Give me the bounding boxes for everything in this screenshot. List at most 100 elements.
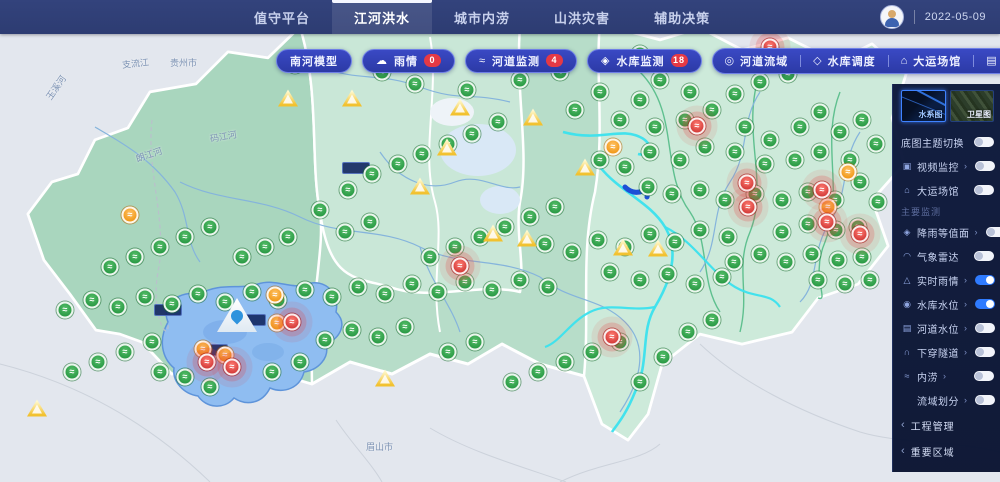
station-marker-normal[interactable]: ≈ [546, 198, 564, 216]
station-marker-alarm[interactable]: ≈ [223, 358, 241, 376]
station-marker-normal[interactable]: ≈ [563, 243, 581, 261]
station-marker-normal[interactable]: ≈ [503, 373, 521, 391]
station-marker-normal[interactable]: ≈ [831, 123, 849, 141]
station-marker-normal[interactable]: ≈ [456, 273, 474, 291]
station-marker-normal[interactable]: ≈ [83, 291, 101, 309]
station-marker-normal[interactable]: ≈ [189, 285, 207, 303]
station-marker-normal[interactable]: ≈ [403, 275, 421, 293]
station-marker-normal[interactable]: ≈ [611, 111, 629, 129]
station-marker-warning[interactable]: ≈ [839, 163, 857, 181]
station-marker-normal[interactable]: ≈ [751, 245, 769, 263]
station-marker-normal[interactable]: ≈ [536, 235, 554, 253]
station-marker-normal[interactable]: ≈ [867, 135, 885, 153]
station-marker-normal[interactable]: ≈ [811, 103, 829, 121]
station-marker-normal[interactable]: ≈ [446, 238, 464, 256]
station-marker-normal[interactable]: ≈ [56, 301, 74, 319]
layer-toggle-视频监控[interactable] [975, 161, 995, 171]
station-marker-normal[interactable]: ≈ [756, 155, 774, 173]
station-marker-alarm[interactable]: ≈ [738, 174, 756, 192]
station-marker-normal[interactable]: ≈ [151, 363, 169, 381]
station-marker-normal[interactable]: ≈ [853, 111, 871, 129]
station-marker-alarm[interactable]: ≈ [851, 225, 869, 243]
station-marker-normal[interactable]: ≈ [279, 228, 297, 246]
station-marker-normal[interactable]: ≈ [583, 343, 601, 361]
station-marker-normal[interactable]: ≈ [439, 343, 457, 361]
station-marker-normal[interactable]: ≈ [291, 353, 309, 371]
station-marker-warning[interactable]: ≈ [266, 286, 284, 304]
station-marker-normal[interactable]: ≈ [631, 271, 649, 289]
station-marker-alarm[interactable]: ≈ [739, 198, 757, 216]
station-marker-normal[interactable]: ≈ [389, 155, 407, 173]
station-marker-normal[interactable]: ≈ [591, 151, 609, 169]
station-marker-normal[interactable]: ≈ [631, 373, 649, 391]
station-marker-normal[interactable]: ≈ [363, 165, 381, 183]
station-marker-normal[interactable]: ≈ [616, 158, 634, 176]
station-marker-alarm[interactable]: ≈ [603, 328, 621, 346]
station-marker-normal[interactable]: ≈ [216, 293, 234, 311]
station-marker-normal[interactable]: ≈ [336, 223, 354, 241]
nav-tab-城市内涝[interactable]: 城市内涝 [432, 0, 532, 34]
station-marker-normal[interactable]: ≈ [361, 213, 379, 231]
station-marker-normal[interactable]: ≈ [681, 83, 699, 101]
station-marker-normal[interactable]: ≈ [686, 275, 704, 293]
station-marker-normal[interactable]: ≈ [761, 131, 779, 149]
station-marker-normal[interactable]: ≈ [736, 118, 754, 136]
station-marker-normal[interactable]: ≈ [773, 223, 791, 241]
station-marker-normal[interactable]: ≈ [201, 218, 219, 236]
station-marker-normal[interactable]: ≈ [589, 231, 607, 249]
station-marker-normal[interactable]: ≈ [566, 101, 584, 119]
station-marker-normal[interactable]: ≈ [809, 271, 827, 289]
station-marker-normal[interactable]: ≈ [376, 285, 394, 303]
station-marker-normal[interactable]: ≈ [496, 218, 514, 236]
layer-button-水库调度[interactable]: ◇ 水库调度 [801, 53, 887, 69]
station-marker-normal[interactable]: ≈ [256, 238, 274, 256]
station-marker-normal[interactable]: ≈ [751, 73, 769, 91]
station-marker-warning[interactable]: ≈ [604, 138, 622, 156]
station-marker-alarm[interactable]: ≈ [283, 313, 301, 331]
station-marker-normal[interactable]: ≈ [726, 85, 744, 103]
station-marker-normal[interactable]: ≈ [853, 248, 871, 266]
station-marker-normal[interactable]: ≈ [489, 113, 507, 131]
station-marker-normal[interactable]: ≈ [176, 228, 194, 246]
station-marker-normal[interactable]: ≈ [63, 363, 81, 381]
station-marker-normal[interactable]: ≈ [646, 118, 664, 136]
station-marker-normal[interactable]: ≈ [311, 201, 329, 219]
station-marker-normal[interactable]: ≈ [601, 263, 619, 281]
station-marker-normal[interactable]: ≈ [136, 288, 154, 306]
station-marker-normal[interactable]: ≈ [786, 151, 804, 169]
layer-toggle-内涝[interactable] [974, 371, 994, 381]
station-marker-alarm[interactable]: ≈ [818, 213, 836, 231]
layer-toggle-流域划分[interactable] [975, 395, 995, 405]
station-marker-normal[interactable]: ≈ [89, 353, 107, 371]
station-marker-normal[interactable]: ≈ [396, 318, 414, 336]
station-marker-normal[interactable]: ≈ [529, 363, 547, 381]
station-marker-normal[interactable]: ≈ [631, 91, 649, 109]
basemap-satellite[interactable]: 卫星图 [949, 90, 994, 122]
station-marker-normal[interactable]: ≈ [323, 288, 341, 306]
user-avatar[interactable] [879, 5, 904, 29]
station-marker-alarm[interactable]: ≈ [451, 257, 469, 275]
station-marker-alarm[interactable]: ≈ [198, 353, 216, 371]
station-marker-normal[interactable]: ≈ [719, 228, 737, 246]
station-marker-warning[interactable]: ≈ [121, 206, 139, 224]
station-marker-normal[interactable]: ≈ [413, 145, 431, 163]
station-marker-normal[interactable]: ≈ [691, 181, 709, 199]
station-marker-normal[interactable]: ≈ [654, 348, 672, 366]
panel-link-工程管理[interactable]: ‹ 工程管理 [901, 412, 994, 438]
station-marker-normal[interactable]: ≈ [458, 81, 476, 99]
station-marker-normal[interactable]: ≈ [777, 253, 795, 271]
station-marker-normal[interactable]: ≈ [109, 298, 127, 316]
station-marker-normal[interactable]: ≈ [803, 245, 821, 263]
layer-toggle-实时雨情[interactable] [975, 275, 995, 285]
station-marker-normal[interactable]: ≈ [773, 191, 791, 209]
station-marker-normal[interactable]: ≈ [466, 333, 484, 351]
nav-tab-江河洪水[interactable]: 江河洪水 [332, 0, 433, 34]
station-marker-normal[interactable]: ≈ [836, 275, 854, 293]
station-marker-normal[interactable]: ≈ [659, 265, 677, 283]
station-marker-normal[interactable]: ≈ [703, 311, 721, 329]
station-marker-normal[interactable]: ≈ [641, 143, 659, 161]
station-marker-normal[interactable]: ≈ [101, 258, 119, 276]
basemap-water-system[interactable]: 水系图 [901, 90, 946, 122]
station-marker-alarm[interactable]: ≈ [813, 181, 831, 199]
layer-toggle-下穿隧道[interactable] [975, 347, 995, 357]
